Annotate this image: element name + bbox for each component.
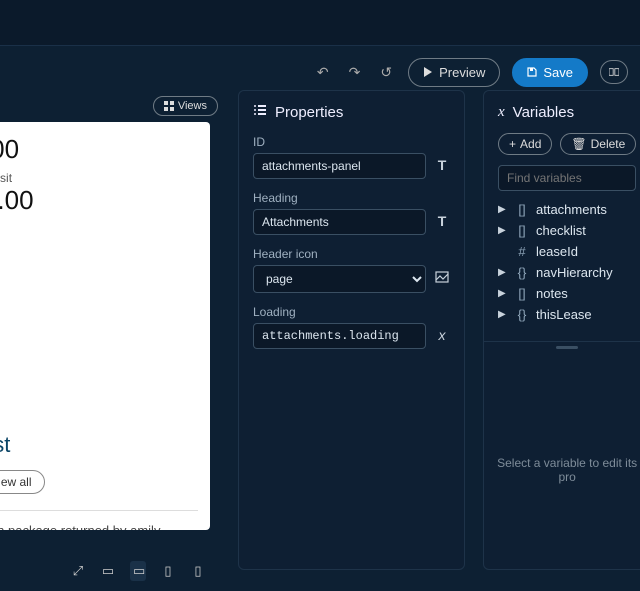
properties-title: Properties bbox=[275, 104, 343, 121]
field-label-id: ID bbox=[253, 135, 450, 149]
trash-icon: 🗑 bbox=[571, 137, 586, 151]
chevron-right-icon: ▶ bbox=[498, 204, 508, 215]
tree-node[interactable]: ▶ [] checklist bbox=[492, 220, 640, 241]
canvas-column: Views 00.00 rity deposit 000.00 Watchlis… bbox=[0, 78, 228, 591]
field-label-headericon: Header icon bbox=[253, 247, 450, 261]
loading-input[interactable] bbox=[253, 323, 426, 349]
var-name: attachments bbox=[536, 202, 607, 217]
array-icon: [] bbox=[514, 223, 530, 238]
text-type-icon[interactable]: T bbox=[434, 157, 450, 175]
divider bbox=[0, 510, 198, 511]
tree-node[interactable]: ▶ [] attachments bbox=[492, 199, 640, 220]
device-toolbar: ⤢ ▭ ▭ ▯ ▯ bbox=[70, 561, 206, 581]
var-name: notes bbox=[536, 286, 568, 301]
var-name: navHierarchy bbox=[536, 265, 613, 280]
variables-panel: x Variables + Add 🗑 Delete ▶ [] attachment… bbox=[483, 90, 640, 570]
number-icon: # bbox=[514, 244, 530, 259]
deposit-label: rity deposit bbox=[0, 171, 198, 185]
id-input[interactable] bbox=[253, 153, 426, 179]
chevron-right-icon: ▶ bbox=[498, 288, 508, 299]
delete-variable-button[interactable]: 🗑 Delete bbox=[560, 133, 636, 155]
deposit-value: 000.00 bbox=[0, 185, 198, 216]
var-name: leaseId bbox=[536, 244, 578, 259]
heading-input[interactable] bbox=[253, 209, 426, 235]
variable-icon: x bbox=[498, 103, 505, 121]
tree-node[interactable]: ▶ {} navHierarchy bbox=[492, 262, 640, 283]
laptop-icon[interactable]: ▭ bbox=[130, 561, 146, 581]
variables-tree: ▶ [] attachments ▶ [] checklist # leaseId ▶ {}… bbox=[484, 199, 640, 335]
delete-var-label: Delete bbox=[591, 137, 626, 151]
views-label: Views bbox=[178, 100, 207, 112]
variables-detail: Select a variable to edit its pro bbox=[484, 341, 640, 569]
add-var-label: Add bbox=[520, 137, 541, 151]
expression-type-icon[interactable]: x bbox=[434, 327, 450, 345]
variables-title: Variables bbox=[513, 104, 574, 121]
chevron-right-icon: ▶ bbox=[498, 225, 508, 236]
variables-empty-text: Select a variable to edit its pro bbox=[484, 456, 640, 484]
tree-node[interactable]: ▶ [] notes bbox=[492, 283, 640, 304]
object-icon: {} bbox=[514, 307, 530, 322]
views-button[interactable]: Views bbox=[153, 96, 218, 116]
object-icon: {} bbox=[514, 265, 530, 280]
field-label-heading: Heading bbox=[253, 191, 450, 205]
image-type-icon[interactable] bbox=[434, 271, 450, 288]
drag-handle[interactable] bbox=[556, 346, 578, 349]
tablet-icon[interactable]: ▯ bbox=[160, 563, 176, 579]
list-icon bbox=[253, 103, 267, 121]
amount-value-0: 00.00 bbox=[0, 134, 19, 164]
top-bar bbox=[0, 0, 640, 46]
chevron-right-icon: ▶ bbox=[498, 267, 508, 278]
watchlist-heading: Watchlist bbox=[0, 432, 210, 458]
find-variables-input[interactable] bbox=[498, 165, 636, 191]
expand-icon[interactable]: ⤢ bbox=[70, 563, 86, 579]
plus-icon: + bbox=[509, 137, 516, 151]
preview-canvas[interactable]: 00.00 rity deposit 000.00 Watchlist Add … bbox=[0, 122, 210, 530]
tree-node[interactable]: # leaseId bbox=[492, 241, 640, 262]
desktop-icon[interactable]: ▭ bbox=[100, 563, 116, 579]
phone-icon[interactable]: ▯ bbox=[190, 563, 206, 579]
tree-node[interactable]: ▶ {} thisLease bbox=[492, 304, 640, 325]
watchlist-note: Recertification package returned by amil… bbox=[0, 515, 210, 530]
var-name: thisLease bbox=[536, 307, 592, 322]
watchlist-viewall-button[interactable]: View all bbox=[0, 470, 45, 494]
array-icon: [] bbox=[514, 286, 530, 301]
headericon-select[interactable]: page bbox=[253, 265, 426, 293]
var-name: checklist bbox=[536, 223, 586, 238]
add-variable-button[interactable]: + Add bbox=[498, 133, 552, 155]
main-area: Views 00.00 rity deposit 000.00 Watchlis… bbox=[0, 78, 640, 591]
properties-panel: Properties ID T Heading T Header icon pa… bbox=[238, 90, 465, 570]
field-label-loading: Loading bbox=[253, 305, 450, 319]
text-type-icon[interactable]: T bbox=[434, 213, 450, 231]
array-icon: [] bbox=[514, 202, 530, 217]
chevron-right-icon: ▶ bbox=[498, 309, 508, 320]
